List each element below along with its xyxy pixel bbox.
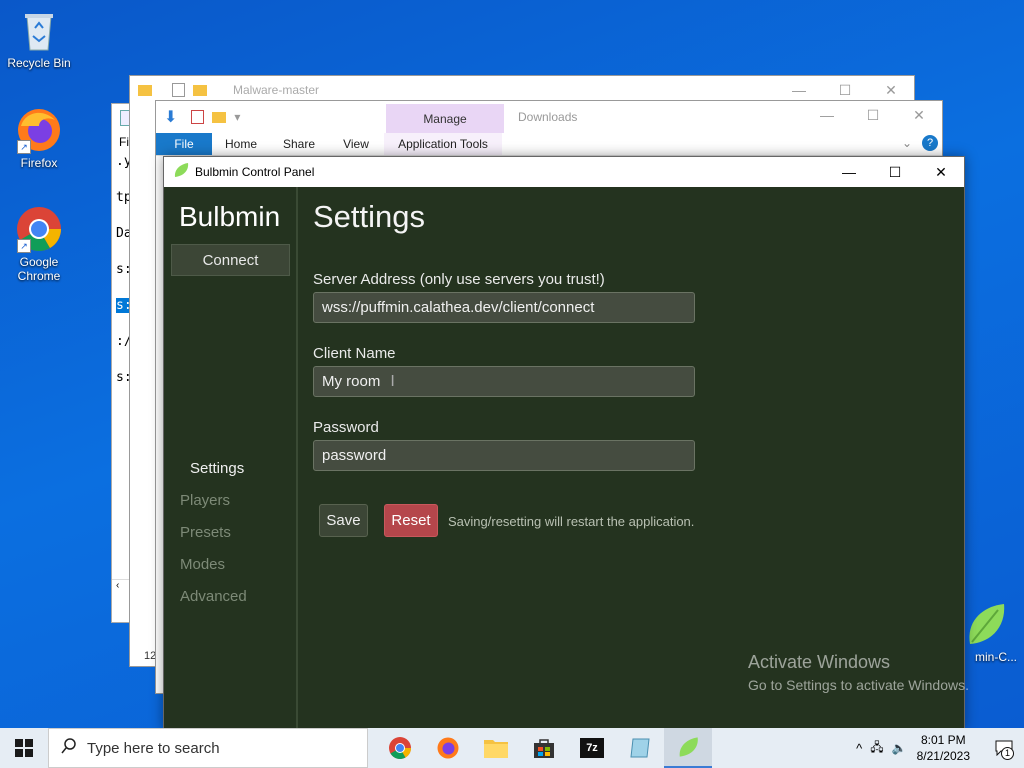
properties-icon xyxy=(191,110,205,124)
help-icon[interactable]: ? xyxy=(922,135,938,151)
7zip-icon: 7z xyxy=(580,738,604,758)
desktop-icon-firefox[interactable]: ↗ Firefox xyxy=(1,106,77,170)
system-tray: ^ 🖧 🔈 8:01 PM 8/21/2023 1 xyxy=(856,728,1024,768)
desktop-icon-label: Firefox xyxy=(20,156,58,170)
folder-icon xyxy=(193,84,207,96)
folder-icon xyxy=(138,84,152,96)
notification-count: 1 xyxy=(1001,747,1014,760)
app-brand: Bulbmin xyxy=(179,201,281,232)
ribbon-expand-icon[interactable]: ⌄ xyxy=(902,136,912,150)
tab-home[interactable]: Home xyxy=(212,133,270,155)
chrome-icon: ↗ xyxy=(15,205,63,253)
maximize-icon[interactable]: ☐ xyxy=(850,101,896,129)
folder-icon xyxy=(212,111,227,123)
volume-icon[interactable]: 🔈 xyxy=(892,741,907,755)
password-input[interactable]: password xyxy=(313,440,695,471)
recycle-bin-icon xyxy=(15,6,63,54)
sidebar: Bulbmin Connect Settings Players Presets… xyxy=(164,187,298,729)
clock-date: 8/21/2023 xyxy=(916,749,970,763)
chevron-down-icon[interactable]: ▾ xyxy=(234,110,240,124)
client-name-label: Client Name xyxy=(313,345,396,362)
store-icon xyxy=(534,739,554,758)
minimize-icon[interactable]: — xyxy=(826,157,872,187)
taskbar-firefox[interactable] xyxy=(424,728,472,768)
close-icon[interactable]: ✕ xyxy=(918,157,964,187)
settings-content: Settings Server Address (only use server… xyxy=(313,187,964,729)
chrome-icon xyxy=(389,737,411,759)
maximize-icon[interactable]: ☐ xyxy=(872,157,918,187)
client-name-input[interactable]: My room I xyxy=(313,366,695,397)
window-title: Malware-master xyxy=(233,83,320,97)
server-address-input[interactable]: wss://puffmin.calathea.dev/client/connec… xyxy=(313,292,695,323)
taskbar: Type here to search 7z ^ 🖧 🔈 8:01 PM 8/2… xyxy=(0,728,1024,768)
taskbar-notepad[interactable] xyxy=(616,728,664,768)
close-icon[interactable]: ✕ xyxy=(896,101,942,129)
nav-item-modes[interactable]: Modes xyxy=(164,549,296,581)
taskbar-bulbmin[interactable] xyxy=(664,728,712,768)
watermark-title: Activate Windows xyxy=(748,652,891,672)
activate-windows-watermark: Activate Windows Go to Settings to activ… xyxy=(748,652,969,693)
folder-icon xyxy=(484,740,508,758)
taskbar-search-box[interactable]: Type here to search xyxy=(48,728,368,768)
firefox-icon xyxy=(437,737,459,759)
minimize-icon[interactable]: — xyxy=(804,101,850,129)
taskbar-store[interactable] xyxy=(520,728,568,768)
clock[interactable]: 8:01 PM 8/21/2023 xyxy=(917,732,970,764)
tab-share[interactable]: Share xyxy=(270,133,328,155)
ribbon-tabs: File Home Share View Application Tools ⌄… xyxy=(156,133,942,156)
connect-button[interactable]: Connect xyxy=(171,244,290,276)
server-address-label: Server Address (only use servers you tru… xyxy=(313,271,605,288)
search-icon xyxy=(61,738,77,758)
client-name-value: My room xyxy=(322,373,381,390)
download-arrow-icon: ⬇ xyxy=(164,109,178,126)
bulbmin-leaf-icon xyxy=(679,737,698,757)
properties-icon xyxy=(172,83,185,97)
tab-view[interactable]: View xyxy=(328,133,384,155)
bulbmin-leaf-icon xyxy=(173,162,189,183)
nav-item-presets[interactable]: Presets xyxy=(164,517,296,549)
page-title: Settings xyxy=(313,199,426,234)
taskbar-chrome[interactable] xyxy=(376,728,424,768)
nav-item-players[interactable]: Players xyxy=(164,485,296,517)
firefox-icon: ↗ xyxy=(15,106,63,154)
bulbmin-leaf-icon xyxy=(960,600,1008,648)
nav-item-advanced[interactable]: Advanced xyxy=(164,581,296,613)
manage-context-tab[interactable]: Manage xyxy=(386,104,504,133)
reset-button[interactable]: Reset xyxy=(384,504,438,537)
watermark-subtitle: Go to Settings to activate Windows. xyxy=(748,677,969,693)
window-title: Bulbmin Control Panel xyxy=(195,165,315,179)
taskbar-file-explorer[interactable] xyxy=(472,728,520,768)
window-title: Downloads xyxy=(518,110,578,124)
windows-logo-icon xyxy=(15,739,33,757)
search-placeholder: Type here to search xyxy=(87,739,220,757)
tab-file[interactable]: File xyxy=(156,133,212,155)
bulbmin-control-panel-window[interactable]: Bulbmin Control Panel — ☐ ✕ Bulbmin Conn… xyxy=(163,156,965,730)
network-icon[interactable]: 🖧 xyxy=(870,738,883,759)
title-bar[interactable]: Bulbmin Control Panel — ☐ ✕ xyxy=(164,157,964,187)
desktop-icon-label: Google Chrome xyxy=(17,255,61,283)
desktop-icon-recycle-bin[interactable]: Recycle Bin xyxy=(1,6,77,70)
desktop-icon-label: min-C... xyxy=(975,650,1017,664)
password-label: Password xyxy=(313,419,379,436)
start-button[interactable] xyxy=(0,728,48,768)
notepad-icon xyxy=(630,738,650,758)
clock-time: 8:01 PM xyxy=(920,733,966,747)
nav-item-settings[interactable]: Settings xyxy=(164,453,296,485)
nav-list: Settings Players Presets Modes Advanced xyxy=(164,453,296,613)
notification-center-icon[interactable]: 1 xyxy=(984,728,1024,768)
text-cursor-icon: I xyxy=(390,372,395,390)
restart-note: Saving/resetting will restart the applic… xyxy=(448,514,695,529)
taskbar-7zip[interactable]: 7z xyxy=(568,728,616,768)
desktop-icon-label: Recycle Bin xyxy=(7,56,71,70)
chevron-up-icon[interactable]: ^ xyxy=(856,741,862,756)
tab-application-tools[interactable]: Application Tools xyxy=(384,133,502,155)
desktop-icon-chrome[interactable]: ↗ Google Chrome xyxy=(1,205,77,283)
save-button[interactable]: Save xyxy=(319,504,368,537)
